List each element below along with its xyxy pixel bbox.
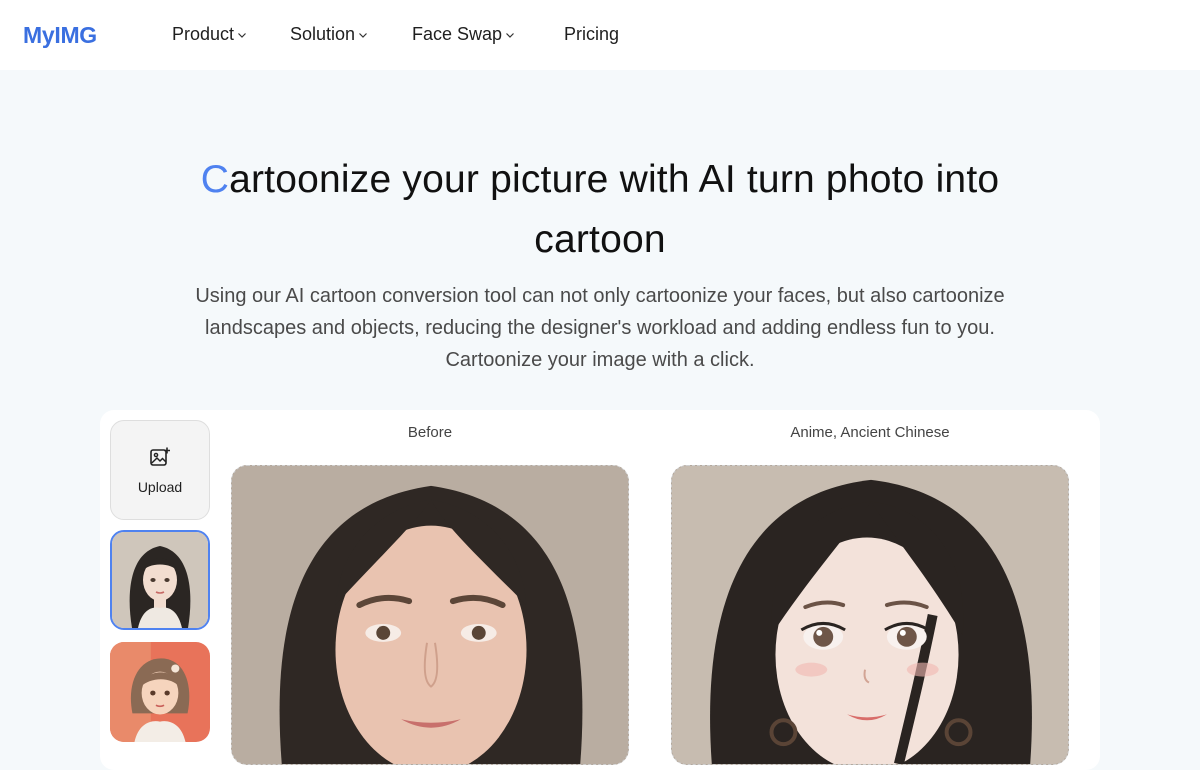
logo[interactable]: MyIMG bbox=[23, 22, 97, 49]
cartoon-portrait-thumbnail-image bbox=[110, 642, 210, 742]
cartoonized-result-image bbox=[672, 466, 1068, 764]
chevron-down-icon bbox=[358, 30, 368, 40]
nav-solution-label: Solution bbox=[290, 24, 356, 44]
original-photo-image bbox=[232, 466, 628, 764]
after-image-frame bbox=[671, 465, 1069, 765]
chevron-down-icon bbox=[505, 30, 515, 40]
style-thumbnail-anime[interactable] bbox=[110, 530, 210, 630]
site-header: MyIMG Product Solution Face Swap Pricing bbox=[0, 0, 1200, 70]
nav-pricing-label: Pricing bbox=[564, 24, 620, 44]
before-label: Before bbox=[407, 424, 453, 441]
nav-solution[interactable]: Solution bbox=[290, 24, 368, 45]
nav-product[interactable]: Product bbox=[172, 24, 247, 45]
style-thumbnail-cartoon[interactable] bbox=[110, 642, 210, 742]
chevron-down-icon bbox=[237, 30, 247, 40]
nav-face-swap-label: Face Swap bbox=[412, 24, 503, 44]
page-subtitle: Using our AI cartoon conversion tool can… bbox=[195, 285, 1005, 371]
title-accent-letter: C bbox=[200, 158, 230, 201]
upload-label: Upload bbox=[137, 478, 183, 495]
nav-pricing[interactable]: Pricing bbox=[564, 24, 619, 45]
result-style-label: Anime, Ancient Chinese bbox=[790, 424, 950, 441]
before-image-frame bbox=[231, 465, 629, 765]
cartoonize-tool-panel: Upload Before Anime, Ancient Chinese bbox=[100, 410, 1100, 770]
title-line-1: artoonize your picture with AI turn phot… bbox=[229, 158, 1000, 201]
nav-product-label: Product bbox=[172, 24, 235, 44]
page-title: Cartoonize your picture with AI turn pho… bbox=[100, 150, 1100, 270]
nav-face-swap[interactable]: Face Swap bbox=[412, 24, 515, 45]
image-upload-icon bbox=[149, 446, 171, 473]
upload-button[interactable]: Upload bbox=[110, 420, 210, 520]
title-line-2: cartoon bbox=[534, 218, 666, 261]
anime-portrait-thumbnail-image bbox=[112, 532, 208, 628]
